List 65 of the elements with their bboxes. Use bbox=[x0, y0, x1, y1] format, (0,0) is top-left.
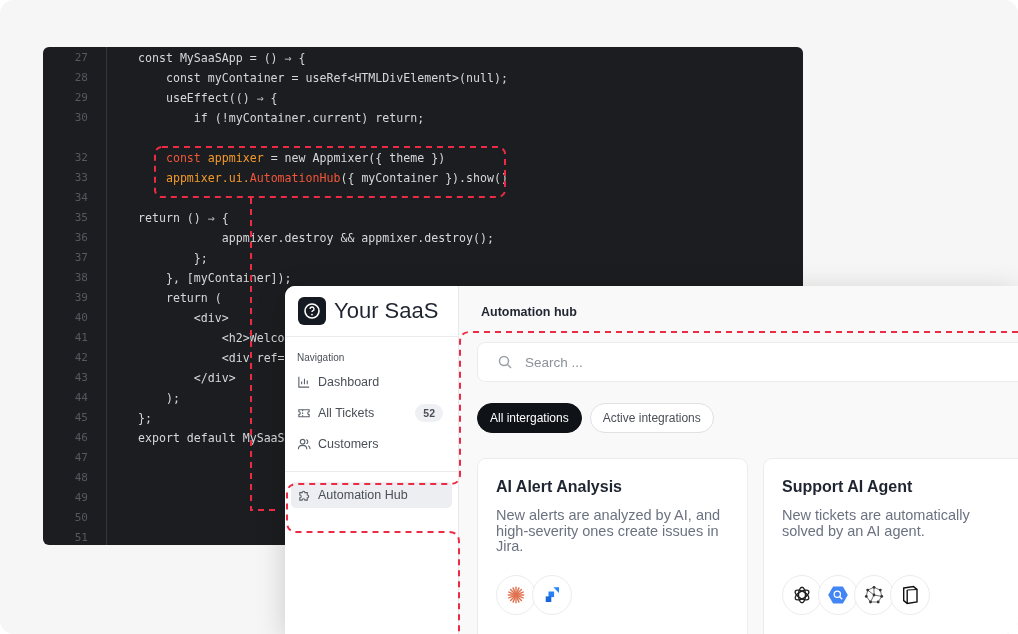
code-line: }; bbox=[192, 250, 208, 267]
page-title: Automation hub bbox=[480, 304, 578, 321]
integration-card[interactable]: Support AI Agent New tickets are automatically solved by an AI agent. bbox=[763, 458, 1018, 634]
line-number: 41 bbox=[73, 330, 89, 346]
code-line: return ( bbox=[164, 290, 222, 307]
search-field[interactable]: Search ... bbox=[477, 342, 1018, 382]
line-number: 32 bbox=[73, 150, 89, 166]
card-title: AI Alert Analysis bbox=[496, 478, 623, 496]
line-number: 36 bbox=[73, 230, 89, 246]
code-line: <div ref= bbox=[220, 350, 285, 367]
ticket-icon bbox=[297, 406, 311, 420]
integration-card[interactable]: AI Alert Analysis New alerts are analyzed by AI, and high-severity ones create issues in Jira. bbox=[477, 458, 748, 634]
nav-item[interactable]: Customers bbox=[291, 431, 452, 457]
line-number: 44 bbox=[73, 390, 89, 406]
code-line: const MySaaSApp = () ⇒ { bbox=[138, 50, 306, 67]
line-number: 50 bbox=[73, 510, 89, 526]
code-line: }, [myContainer]); bbox=[164, 270, 292, 287]
nav-item[interactable]: All Tickets 52 bbox=[291, 400, 452, 426]
line-number: 46 bbox=[73, 430, 89, 446]
people-icon bbox=[297, 437, 311, 451]
line-number: 30 bbox=[73, 110, 89, 126]
line-number: 33 bbox=[73, 170, 89, 186]
code-line: <h2>Welco bbox=[220, 330, 285, 347]
code-line: appmixer.ui.AutomationHub({ myContainer }).show() bbox=[164, 170, 508, 187]
card-description: New alerts are analyzed by AI, and high-severity ones create issues in Jira. bbox=[496, 508, 722, 555]
card-description: New tickets are automatically solved by an AI agent. bbox=[782, 508, 971, 541]
card-title: Support AI Agent bbox=[782, 478, 914, 496]
line-number: 37 bbox=[73, 250, 89, 266]
puzzle-icon bbox=[297, 488, 311, 502]
line-number: 27 bbox=[73, 50, 89, 66]
code-line: </div> bbox=[192, 370, 236, 387]
line-number: 38 bbox=[73, 270, 89, 286]
line-number: 35 bbox=[73, 210, 89, 226]
line-number: 39 bbox=[73, 290, 89, 306]
filter-tab[interactable]: Active integrations bbox=[589, 403, 714, 433]
code-line: export default MySaaS bbox=[138, 430, 285, 447]
code-line: return () ⇒ { bbox=[138, 210, 229, 227]
count-badge: 52 bbox=[415, 404, 443, 422]
code-line: const myContainer = useRef<HTMLDivElement>(null); bbox=[164, 70, 508, 87]
line-number: 34 bbox=[73, 190, 89, 206]
code-line: const appmixer = new Appmixer({ theme }) bbox=[164, 150, 446, 167]
line-number: 45 bbox=[73, 410, 89, 426]
section-label: Navigation bbox=[296, 351, 346, 365]
code-line: useEffect(() ⇒ { bbox=[164, 90, 278, 107]
code-line: appmixer.destroy && appmixer.destroy(); bbox=[220, 230, 494, 247]
line-number: 48 bbox=[73, 470, 89, 486]
filter-tab[interactable]: All intergations bbox=[477, 403, 582, 433]
brand-name: Your SaaS bbox=[334, 298, 439, 324]
line-number: 40 bbox=[73, 310, 89, 326]
logo-icon bbox=[298, 297, 326, 325]
line-number: 29 bbox=[73, 90, 89, 106]
nav-item[interactable]: Automation Hub bbox=[291, 482, 452, 508]
code-line: ); bbox=[164, 390, 180, 407]
code-line: if (!myContainer.current) return; bbox=[192, 110, 425, 127]
line-number: 51 bbox=[73, 530, 89, 545]
line-number: 49 bbox=[73, 490, 89, 506]
line-number: 47 bbox=[73, 450, 89, 466]
line-number: 28 bbox=[73, 70, 89, 86]
bar-chart-icon bbox=[297, 375, 311, 389]
nav-item[interactable]: Dashboard bbox=[291, 369, 452, 395]
line-number: 43 bbox=[73, 370, 89, 386]
search-icon bbox=[498, 355, 512, 369]
line-number: 42 bbox=[73, 350, 89, 366]
code-line: <div> bbox=[192, 310, 229, 327]
code-line: }; bbox=[138, 410, 152, 427]
